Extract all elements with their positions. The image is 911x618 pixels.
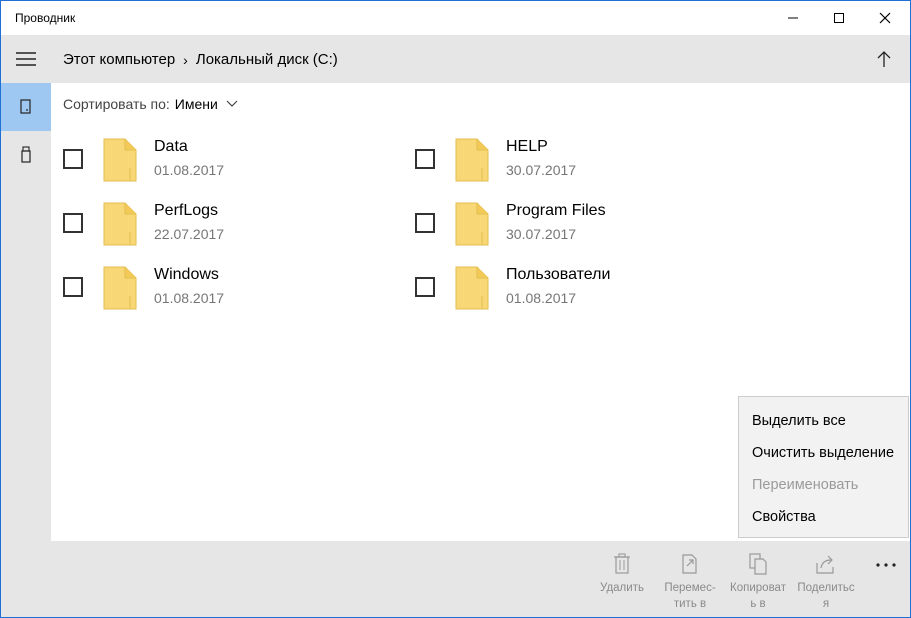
menu-item-properties[interactable]: Свойства: [752, 509, 816, 525]
move-icon: [682, 554, 697, 574]
file-name: Пользователи: [506, 266, 611, 283]
share-icon: [816, 555, 834, 574]
nav-local-disk-button[interactable]: [1, 83, 51, 131]
trash-icon: [614, 553, 630, 574]
hamburger-icon: [16, 52, 36, 66]
hamburger-menu-button[interactable]: [1, 35, 51, 83]
copy-icon: [749, 553, 767, 575]
file-date: 01.08.2017: [154, 162, 225, 178]
menu-item-clear-selection[interactable]: Очистить выделение: [752, 445, 894, 461]
item-checkbox[interactable]: [63, 213, 83, 233]
maximize-button[interactable]: [816, 1, 862, 35]
copy-to-label: Копироват ь в: [730, 582, 786, 610]
file-item-help[interactable]: HELP 30.07.2017: [415, 138, 745, 190]
move-to-button[interactable]: Перемес- тить в: [657, 553, 723, 612]
file-name: HELP: [506, 138, 548, 155]
file-item-data[interactable]: Data 01.08.2017: [63, 138, 393, 190]
folder-icon: [455, 138, 489, 182]
more-options-button[interactable]: [874, 553, 898, 577]
file-item-perflogs[interactable]: PerfLogs 22.07.2017: [63, 202, 393, 254]
title-bar: Проводник: [1, 1, 910, 35]
breadcrumb-separator: ›: [183, 51, 188, 68]
chevron-down-icon: [226, 100, 238, 107]
item-checkbox[interactable]: [415, 149, 435, 169]
item-checkbox[interactable]: [415, 213, 435, 233]
folder-icon: [103, 266, 137, 310]
file-explorer-window: Проводник Этот компьютер › Локальный дис…: [0, 0, 911, 618]
copy-to-button[interactable]: Копироват ь в: [725, 553, 791, 612]
breadcrumb-item-this-pc[interactable]: Этот компьютер: [63, 51, 175, 68]
navigation-rail: [1, 35, 51, 617]
menu-item-select-all[interactable]: Выделить все: [752, 413, 846, 429]
delete-button[interactable]: Удалить: [589, 553, 655, 596]
file-item-program-files[interactable]: Program Files 30.07.2017: [415, 202, 745, 254]
folder-icon: [455, 202, 489, 246]
sort-dropdown[interactable]: Сортировать по: Имени: [63, 96, 238, 112]
maximize-icon: [834, 13, 844, 23]
file-name: Windows: [154, 266, 219, 283]
more-dots-icon: [876, 563, 896, 567]
address-header: Этот компьютер › Локальный диск (C:): [51, 35, 910, 83]
file-name: Data: [154, 138, 188, 155]
nav-usb-drive-button[interactable]: [1, 131, 51, 179]
file-name: PerfLogs: [154, 202, 219, 219]
arrow-up-icon: [877, 51, 891, 67]
folder-icon: [455, 266, 489, 310]
window-title: Проводник: [15, 11, 76, 25]
file-date: 01.08.2017: [506, 290, 577, 306]
file-date: 30.07.2017: [506, 226, 577, 242]
file-date: 01.08.2017: [154, 290, 225, 306]
breadcrumb-item-local-disk[interactable]: Локальный диск (C:): [196, 51, 338, 68]
item-checkbox[interactable]: [63, 277, 83, 297]
breadcrumb: Этот компьютер › Локальный диск (C:): [63, 51, 338, 68]
file-date: 30.07.2017: [506, 162, 577, 178]
share-label: Поделитьс я: [797, 582, 855, 610]
command-bar: Удалить Перемес- тить в Копироват ь в По…: [51, 541, 910, 617]
delete-label: Удалить: [600, 582, 644, 594]
file-item-users[interactable]: Пользователи 01.08.2017: [415, 266, 745, 318]
file-date: 22.07.2017: [154, 226, 225, 242]
close-icon: [879, 12, 891, 24]
item-checkbox[interactable]: [415, 277, 435, 297]
minimize-button[interactable]: [770, 1, 816, 35]
sort-label: Сортировать по:: [63, 96, 170, 112]
share-button[interactable]: Поделитьс я: [793, 553, 859, 612]
minimize-icon: [788, 17, 798, 19]
menu-item-rename: Переименовать: [752, 477, 859, 493]
more-options-menu: Выделить все Очистить выделение Переимен…: [738, 396, 909, 538]
file-item-windows[interactable]: Windows 01.08.2017: [63, 266, 393, 318]
drive-icon: [20, 99, 31, 114]
usb-drive-icon: [21, 146, 31, 163]
item-checkbox[interactable]: [63, 149, 83, 169]
close-button[interactable]: [862, 1, 908, 35]
file-name: Program Files: [506, 202, 606, 219]
move-to-label: Перемес- тить в: [664, 582, 716, 610]
sort-value: Имени: [174, 96, 218, 112]
folder-icon: [103, 202, 137, 246]
folder-icon: [103, 138, 137, 182]
up-folder-button[interactable]: [872, 47, 896, 71]
